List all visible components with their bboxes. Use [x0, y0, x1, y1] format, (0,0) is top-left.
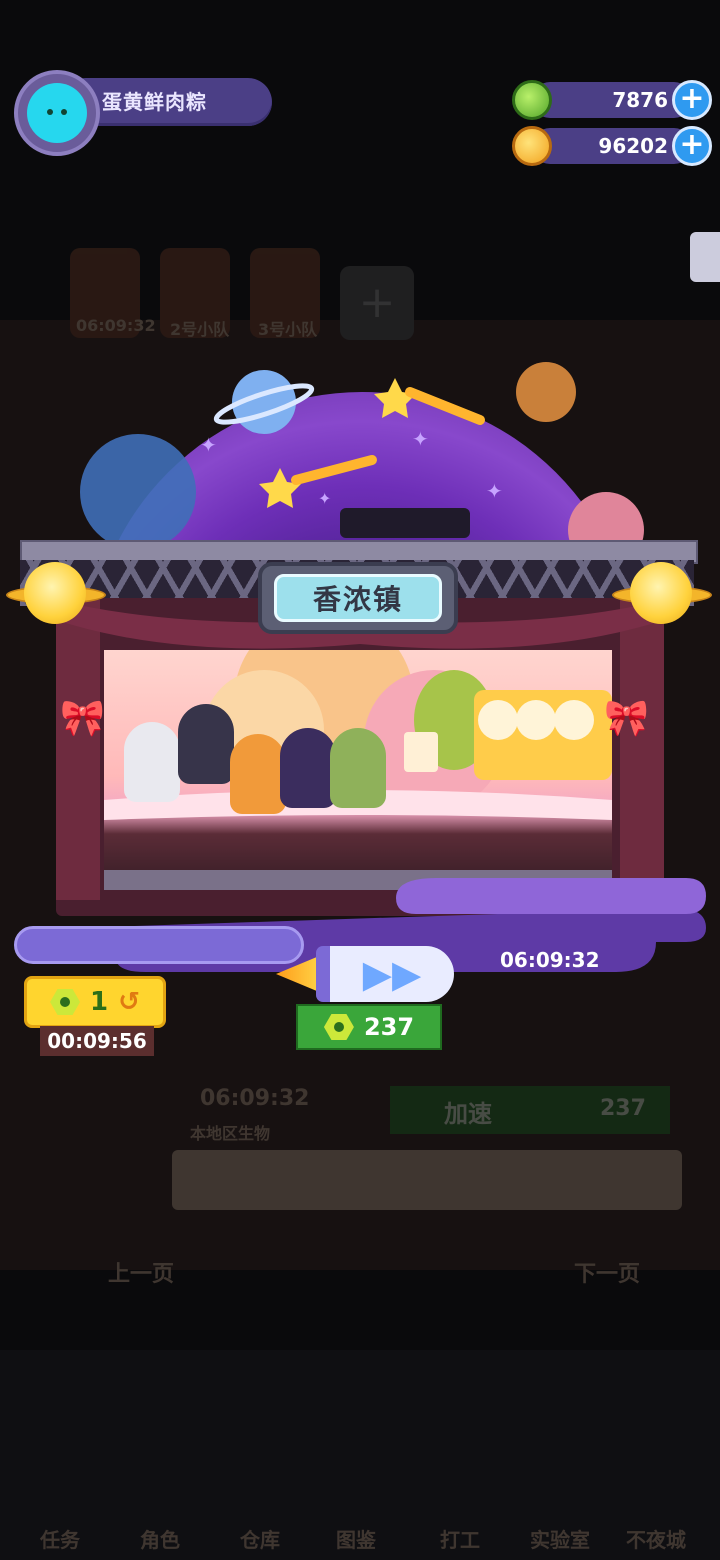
hex-gem-icon [50, 989, 81, 1015]
speed-button-label: 加速 [444, 1100, 492, 1128]
creature-row [172, 1150, 682, 1210]
nav-night-city[interactable]: 不夜城 [626, 1524, 686, 1553]
svg-text:🎀: 🎀 [60, 698, 105, 739]
free-speedup-count: 1 [90, 987, 109, 1017]
svg-text:✦: ✦ [200, 433, 217, 457]
dome-decoration: ✦ ✦ ✦ ✦ [80, 362, 644, 560]
progress-track [14, 926, 304, 964]
location-name: 香浓镇 [274, 574, 442, 622]
speed-button-cost: 237 [600, 1096, 646, 1121]
stage-end-timer: 06:09:32 [500, 948, 600, 972]
brown-planet-icon [516, 362, 576, 422]
svg-text:✦: ✦ [318, 489, 331, 508]
fast-forward-icon: ▶▶ [362, 952, 422, 996]
prev-page-button[interactable]: 上一页 [108, 1256, 174, 1288]
blue-planet-icon [80, 434, 196, 550]
free-speedup-timer: 00:09:56 [40, 1026, 154, 1056]
nav-collection[interactable]: 图鉴 [336, 1524, 376, 1553]
nav-work[interactable]: 打工 [440, 1524, 480, 1553]
speedup-rocket-button[interactable]: ▶▶ [270, 940, 454, 1008]
shooting-star-icon-2 [259, 468, 301, 508]
speedup-cost[interactable]: 237 [296, 1004, 442, 1050]
nav-warehouse[interactable]: 仓库 [240, 1524, 280, 1553]
lamp-left [6, 558, 106, 630]
svg-text:✦: ✦ [412, 427, 429, 451]
location-sign: 香浓镇 [258, 562, 458, 634]
nav-tasks[interactable]: 任务 [40, 1524, 80, 1553]
shooting-star-icon [374, 378, 416, 418]
lamp-right [612, 558, 712, 630]
speedup-cost-value: 237 [363, 1013, 415, 1041]
svg-text:✦: ✦ [486, 479, 503, 503]
next-page-button[interactable]: 下一页 [574, 1256, 640, 1288]
svg-text:🎀: 🎀 [604, 698, 649, 739]
nav-characters[interactable]: 角色 [140, 1524, 180, 1553]
hex-gem-icon [323, 1014, 354, 1040]
background-timer: 06:09:32 [200, 1086, 310, 1111]
free-speedup-badge[interactable]: 1 ↺ [24, 976, 166, 1028]
refresh-icon: ↺ [118, 987, 140, 1017]
region-label: 本地区生物 [190, 1124, 271, 1143]
nav-lab[interactable]: 实验室 [530, 1524, 590, 1553]
